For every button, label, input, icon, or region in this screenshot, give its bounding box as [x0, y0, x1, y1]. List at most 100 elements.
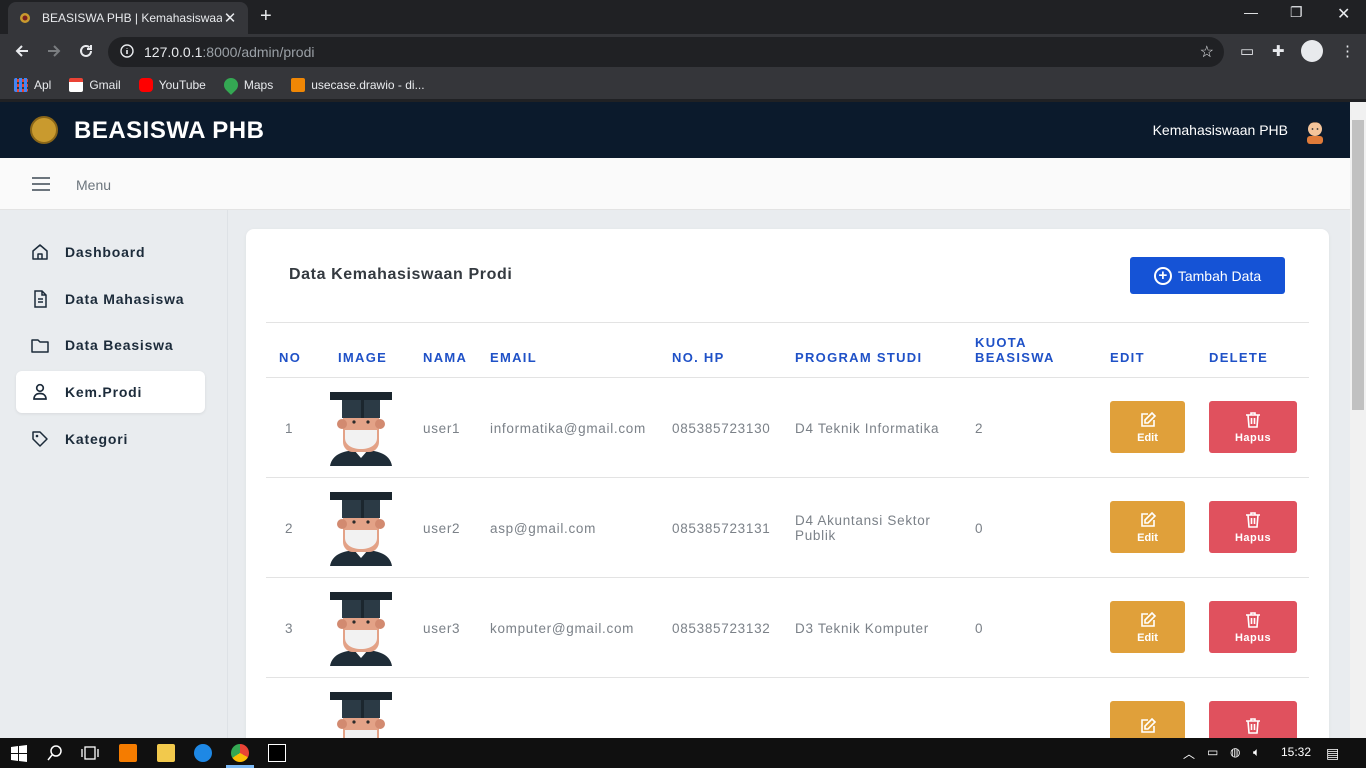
new-tab-icon[interactable]: +: [260, 6, 272, 26]
graduate-avatar-image: [328, 490, 394, 566]
cell-program-studi: D3 Teknik Komputer: [795, 621, 929, 636]
document-icon: [34, 290, 47, 308]
tag-icon: [32, 431, 48, 447]
tab-close-icon[interactable]: ✕: [222, 9, 238, 27]
xampp-icon[interactable]: [119, 744, 137, 762]
bookmark-apl[interactable]: Apl: [14, 77, 51, 92]
menu-label: Menu: [76, 177, 112, 193]
edit-button[interactable]: Edit: [1110, 601, 1185, 653]
minimize-icon[interactable]: —: [1244, 4, 1258, 20]
hamburger-menu-icon[interactable]: [32, 177, 50, 191]
column-header-program-studi: PROGRAM STUDI: [795, 350, 923, 365]
menu-bar: Menu: [0, 158, 1350, 210]
delete-label: Hapus: [1234, 631, 1272, 644]
back-icon[interactable]: [13, 42, 31, 65]
edit-label: Edit: [1137, 431, 1158, 444]
bookmark-youtube[interactable]: YouTube: [138, 77, 206, 92]
sidebar-item-kategori[interactable]: Kategori: [16, 418, 205, 460]
bookmark-label: YouTube: [158, 77, 206, 92]
extensions-icon[interactable]: ✚: [1272, 42, 1285, 60]
bookmark-gmail[interactable]: Gmail: [69, 77, 121, 92]
brand-title[interactable]: BEASISWA PHB: [74, 117, 264, 145]
terminal-icon[interactable]: [268, 744, 286, 762]
plus-circle-icon: +: [1153, 266, 1172, 285]
cell-kuota: 2: [975, 421, 984, 436]
table-row: [266, 678, 1309, 738]
cell-kuota: 0: [975, 521, 984, 536]
edit-button[interactable]: [1110, 701, 1185, 738]
browser-toolbar: 127.0.0.1 :8000/admin/prodi ☆ ▭ ✚ ⋮: [0, 34, 1366, 70]
edit-button[interactable]: Edit: [1110, 501, 1185, 553]
table-row: 1 user1 informatika@gmail.com 0853857231…: [266, 378, 1309, 478]
table-row: 2 user2 asp@gmail.com 085385723131 D4 Ak…: [266, 478, 1309, 578]
sidebar-item-label: Data Beasiswa: [65, 337, 174, 353]
edit-icon: [1140, 511, 1156, 527]
bookmark-star-icon[interactable]: ☆: [1200, 42, 1214, 62]
column-header-nama: NAMA: [423, 350, 468, 365]
column-header-delete: DELETE: [1209, 350, 1269, 365]
column-header-edit: EDIT: [1110, 350, 1145, 365]
browser-menu-icon[interactable]: ⋮: [1340, 42, 1355, 60]
sidebar-item-data-beasiswa[interactable]: Data Beasiswa: [16, 324, 205, 366]
tray-chevron-icon[interactable]: ︿: [1183, 745, 1195, 762]
cell-nama: user3: [423, 621, 461, 636]
battery-icon[interactable]: ▭: [1207, 745, 1218, 759]
delete-button[interactable]: Hapus: [1209, 401, 1297, 453]
user-avatar-icon[interactable]: [1302, 116, 1328, 144]
user-name[interactable]: Kemahasiswaan PHB: [1153, 122, 1288, 138]
sidebar-item-kem-prodi[interactable]: Kem.Prodi: [16, 371, 205, 413]
profile-avatar[interactable]: [1301, 40, 1323, 62]
trash-icon: [1246, 511, 1260, 528]
delete-button[interactable]: Hapus: [1209, 601, 1297, 653]
sidebar-item-dashboard[interactable]: Dashboard: [16, 231, 205, 273]
bookmark-drawio[interactable]: usecase.drawio - di...: [291, 77, 425, 92]
network-icon[interactable]: ◍: [1230, 745, 1240, 759]
reload-icon[interactable]: [77, 42, 95, 65]
cast-icon[interactable]: ▭: [1240, 42, 1254, 60]
bookmark-label: Gmail: [89, 77, 121, 92]
delete-button[interactable]: [1209, 701, 1297, 738]
edit-label: Edit: [1137, 531, 1158, 544]
column-header-email: EMAIL: [490, 350, 537, 365]
home-icon: [32, 244, 48, 260]
column-header-image: IMAGE: [338, 350, 388, 365]
address-bar[interactable]: 127.0.0.1 :8000/admin/prodi ☆: [108, 37, 1224, 67]
top-navbar: BEASISWA PHB Kemahasiswaan PHB: [0, 102, 1350, 158]
volume-icon[interactable]: 🔈︎: [1253, 745, 1260, 760]
cell-nama: user2: [423, 521, 461, 536]
trash-icon: [1246, 411, 1260, 428]
windows-start-icon[interactable]: [10, 744, 28, 762]
sidebar-item-data-mahasiswa[interactable]: Data Mahasiswa: [16, 278, 205, 320]
task-view-icon[interactable]: [81, 744, 99, 762]
trash-icon: [1246, 717, 1260, 734]
file-explorer-icon[interactable]: [157, 744, 175, 762]
os-taskbar: ︿ ▭ ◍ 🔈︎ 15:32 ▤: [0, 738, 1366, 768]
clock[interactable]: 15:32: [1281, 745, 1311, 759]
notifications-icon[interactable]: ▤: [1326, 745, 1339, 762]
site-info-icon[interactable]: [120, 43, 134, 61]
forward-icon[interactable]: [45, 42, 63, 65]
edge-icon[interactable]: [194, 744, 212, 762]
cell-email: informatika@gmail.com: [490, 421, 646, 436]
chrome-icon[interactable]: [231, 744, 249, 762]
table-row: 3 user3 komputer@gmail.com 085385723132 …: [266, 578, 1309, 678]
browser-tab[interactable]: BEASISWA PHB | Kemahasiswaan ✕: [8, 2, 248, 34]
delete-label: Hapus: [1234, 531, 1272, 544]
bookmarks-bar: Apl Gmail YouTube Maps usecase.drawio - …: [0, 70, 1366, 100]
search-icon[interactable]: [46, 744, 64, 762]
edit-icon: [1140, 611, 1156, 627]
data-card: Data Kemahasiswaan Prodi + Tambah Data N…: [246, 229, 1329, 738]
edit-button[interactable]: Edit: [1110, 401, 1185, 453]
restore-icon[interactable]: ❐: [1290, 4, 1303, 21]
cell-kuota: 0: [975, 621, 984, 636]
web-page: BEASISWA PHB Kemahasiswaan PHB Menu Dash…: [0, 102, 1350, 738]
sidebar: Dashboard Data Mahasiswa Data Beasiswa K…: [0, 210, 228, 738]
brand-logo[interactable]: [30, 116, 58, 144]
page-scrollbar[interactable]: [1350, 102, 1366, 738]
delete-button[interactable]: Hapus: [1209, 501, 1297, 553]
add-data-button[interactable]: + Tambah Data: [1130, 257, 1285, 294]
window-close-icon[interactable]: ✕: [1337, 4, 1350, 24]
scrollbar-thumb[interactable]: [1352, 120, 1364, 410]
cell-no: 2: [285, 521, 294, 536]
bookmark-maps[interactable]: Maps: [220, 74, 273, 95]
